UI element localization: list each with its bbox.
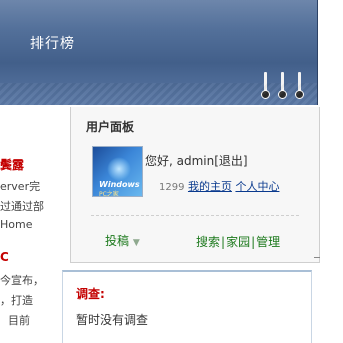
news-snippet: ，打造 — [0, 294, 33, 307]
manage-link[interactable]: 管理 — [256, 235, 280, 249]
pin-icons — [259, 72, 307, 102]
pin-icon[interactable] — [278, 72, 287, 100]
survey-box: 调查: 暂时没有调查 — [62, 270, 312, 343]
points-count: 1299 — [159, 182, 185, 193]
user-stats: 1299 我的主页 个人中心 — [159, 178, 279, 194]
news-snippet: 今宣布， — [0, 274, 44, 287]
news-snippet: Home — [0, 218, 33, 231]
submit-label: 投稿 — [105, 234, 130, 248]
search-link[interactable]: 搜索 — [196, 235, 220, 249]
logout-link[interactable]: [退出] — [214, 154, 247, 168]
pin-icon[interactable] — [295, 72, 304, 100]
divider — [91, 215, 299, 216]
user-center-link[interactable]: 个人中心 — [235, 180, 279, 193]
avatar[interactable]: Windows PC之家 — [92, 146, 143, 197]
panel-title: 用户面板 — [86, 120, 135, 134]
pin-icon[interactable] — [261, 72, 270, 100]
submit-button[interactable]: 投稿 ▼ — [105, 232, 140, 249]
top-navigation: 排行榜 — [0, 0, 318, 105]
panel-corner-mark — [314, 257, 320, 258]
panel-links: 搜索|家园|管理 — [196, 235, 281, 249]
home-link[interactable]: 家园 — [226, 235, 250, 249]
news-headline[interactable]: 鬓露 — [0, 156, 24, 173]
survey-text: 暂时没有调查 — [76, 313, 149, 327]
user-panel: 用户面板 Windows PC之家 您好, admin[退出] 1299 我的主… — [70, 107, 320, 263]
survey-title: 调查: — [76, 287, 105, 301]
news-snippet: 过通过部 — [0, 200, 44, 213]
news-headline[interactable]: C — [0, 250, 9, 264]
greeting: 您好, admin[退出] — [145, 152, 248, 169]
avatar-logo: Windows — [99, 180, 140, 189]
avatar-sub: PC之家 — [99, 191, 119, 197]
news-snippet: 目前 — [8, 314, 30, 327]
greeting-text: 您好, admin — [145, 154, 215, 168]
chevron-down-icon: ▼ — [132, 238, 140, 248]
nav-item-ranking[interactable]: 排行榜 — [30, 33, 75, 53]
news-snippet: erver完 — [0, 180, 41, 193]
my-home-link[interactable]: 我的主页 — [188, 180, 232, 193]
